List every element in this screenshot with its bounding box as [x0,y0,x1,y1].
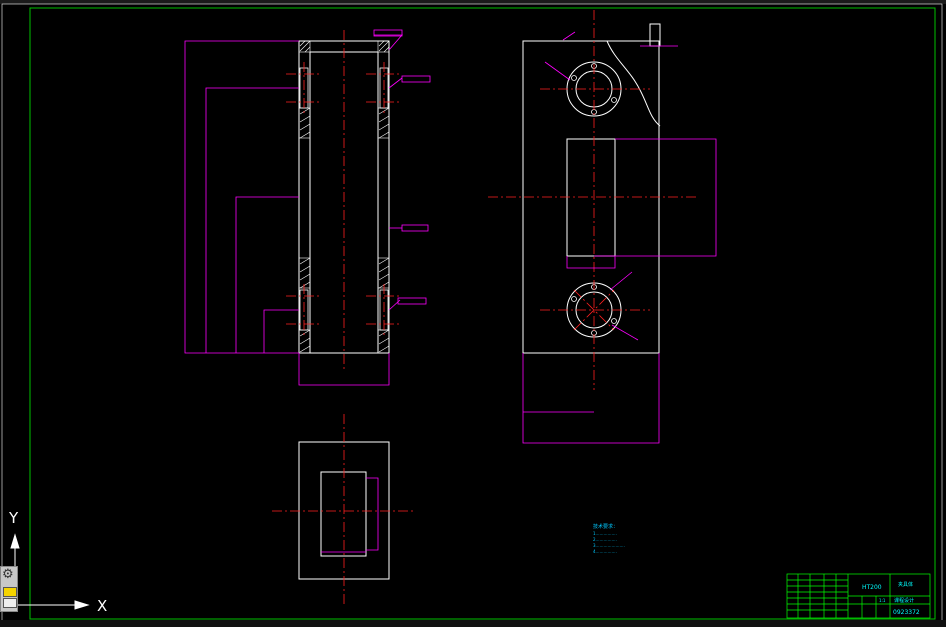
titleblock-company: 课程设计 [894,597,914,604]
note-line-4: 4.…………… [593,549,617,554]
note-line-2: 2.…………… [593,537,617,542]
titleblock-part-name: 夹具体 [898,581,913,588]
status-strip [0,620,946,627]
technical-notes: 技术要求： 1.…………… 2.…………… 3.………………… 4.…………… [593,523,625,554]
ucs-y-label: Y [8,509,19,527]
note-line-3: 3.………………… [593,543,625,548]
front-view [184,29,431,386]
top-view [272,414,416,605]
notes-heading: 技术要求： [593,523,618,530]
drawing-canvas[interactable]: 技术要求： 1.…………… 2.…………… 3.………………… 4.…………… … [0,0,946,627]
note-line-1: 1.…………… [593,531,617,536]
tool-palette[interactable]: ⚙ [0,566,18,612]
viewport-frame [1,3,943,623]
ucs-icon [10,533,90,610]
titleblock-drawing-no: 0923372 [893,609,920,616]
layer-color-swatch[interactable] [3,587,17,597]
drawing-border [29,7,936,620]
titleblock-material: HT200 [862,584,882,591]
gear-icon[interactable]: ⚙ [2,568,14,582]
ucs-x-label: X [97,597,107,615]
layer-swatch-secondary[interactable] [3,598,17,608]
titleblock-scale: 1:1 [879,598,886,603]
side-view [488,10,717,444]
